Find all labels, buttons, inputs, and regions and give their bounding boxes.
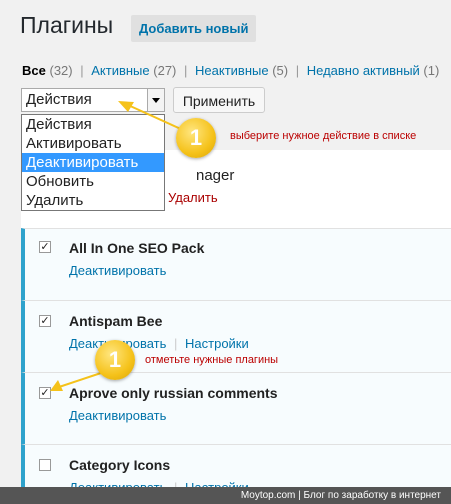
annotation-badge: 1	[95, 340, 135, 380]
annotation-arrows	[50, 101, 184, 391]
watermark-footer: Moytop.com | Блог по заработку в интерне…	[0, 487, 451, 504]
arrow-line-bottom	[55, 371, 105, 389]
annotation-note-top: выберите нужное действие в списке	[230, 130, 417, 142]
annotation-note-bottom: отметьте нужные плагины	[145, 354, 279, 366]
annotation-badge: 1	[176, 118, 216, 158]
arrow-line-top	[127, 104, 184, 131]
